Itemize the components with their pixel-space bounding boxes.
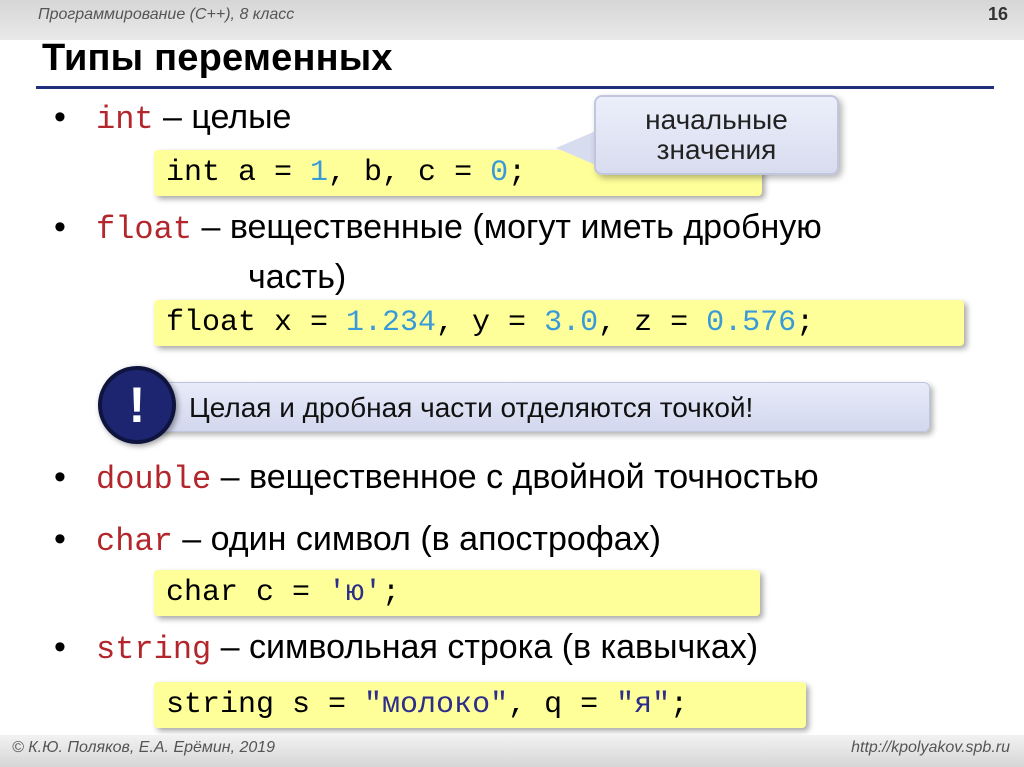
bullet-double: • double – вещественное с двойной точност… — [54, 458, 819, 498]
bullet-string-text: – символьная строка (в кавычках) — [211, 628, 759, 666]
code-float: float x = 1.234, y = 3.0, z = 0.576; — [154, 300, 964, 346]
course-title: Программирование (С++), 8 класс — [38, 6, 295, 23]
bullet-char: • char – один символ (в апострофах) — [54, 520, 661, 560]
bullet-string: • string – символьная строка (в кавычках) — [54, 628, 758, 668]
bullet-float: • float – вещественные (могут иметь дробн… — [54, 208, 822, 248]
code-char: char c = 'ю'; — [154, 570, 760, 616]
footer-authors: © К.Ю. Поляков, Е.А. Ерёмин, 2019 — [12, 739, 276, 756]
page-number: 16 — [987, 4, 1008, 24]
bullet-dot: • — [54, 98, 66, 136]
keyword-int: int — [96, 101, 154, 138]
bullet-dot: • — [54, 208, 66, 246]
bullet-double-text: – вещественное с двойной точностью — [211, 458, 819, 496]
bullet-dot: • — [54, 628, 66, 666]
callout-pointer — [556, 130, 598, 166]
callout-initial-values: начальные значения — [594, 95, 839, 175]
note-decimal-point: Целая и дробная части отделяются точкой! — [152, 382, 930, 432]
keyword-double: double — [96, 461, 212, 498]
bullet-float-cont: часть) — [248, 258, 347, 296]
keyword-char: char — [96, 523, 173, 560]
bullet-char-text: – один символ (в апострофах) — [172, 520, 661, 558]
slide-title: Типы переменных — [42, 37, 393, 79]
footer-url: http://kpolyakov.spb.ru — [851, 739, 1010, 756]
bullet-dot: • — [54, 520, 66, 558]
title-divider — [36, 86, 994, 89]
exclamation-icon: ! — [98, 366, 176, 444]
bullet-int-text: – целые — [153, 98, 292, 136]
code-string: string s = "молоко", q = "я"; — [154, 682, 806, 728]
keyword-float: float — [96, 211, 193, 248]
bullet-dot: • — [54, 458, 66, 496]
bullet-float-text: – вещественные (могут иметь дробную — [192, 208, 822, 246]
keyword-string: string — [96, 631, 212, 668]
bullet-int: • int – целые — [54, 98, 291, 138]
